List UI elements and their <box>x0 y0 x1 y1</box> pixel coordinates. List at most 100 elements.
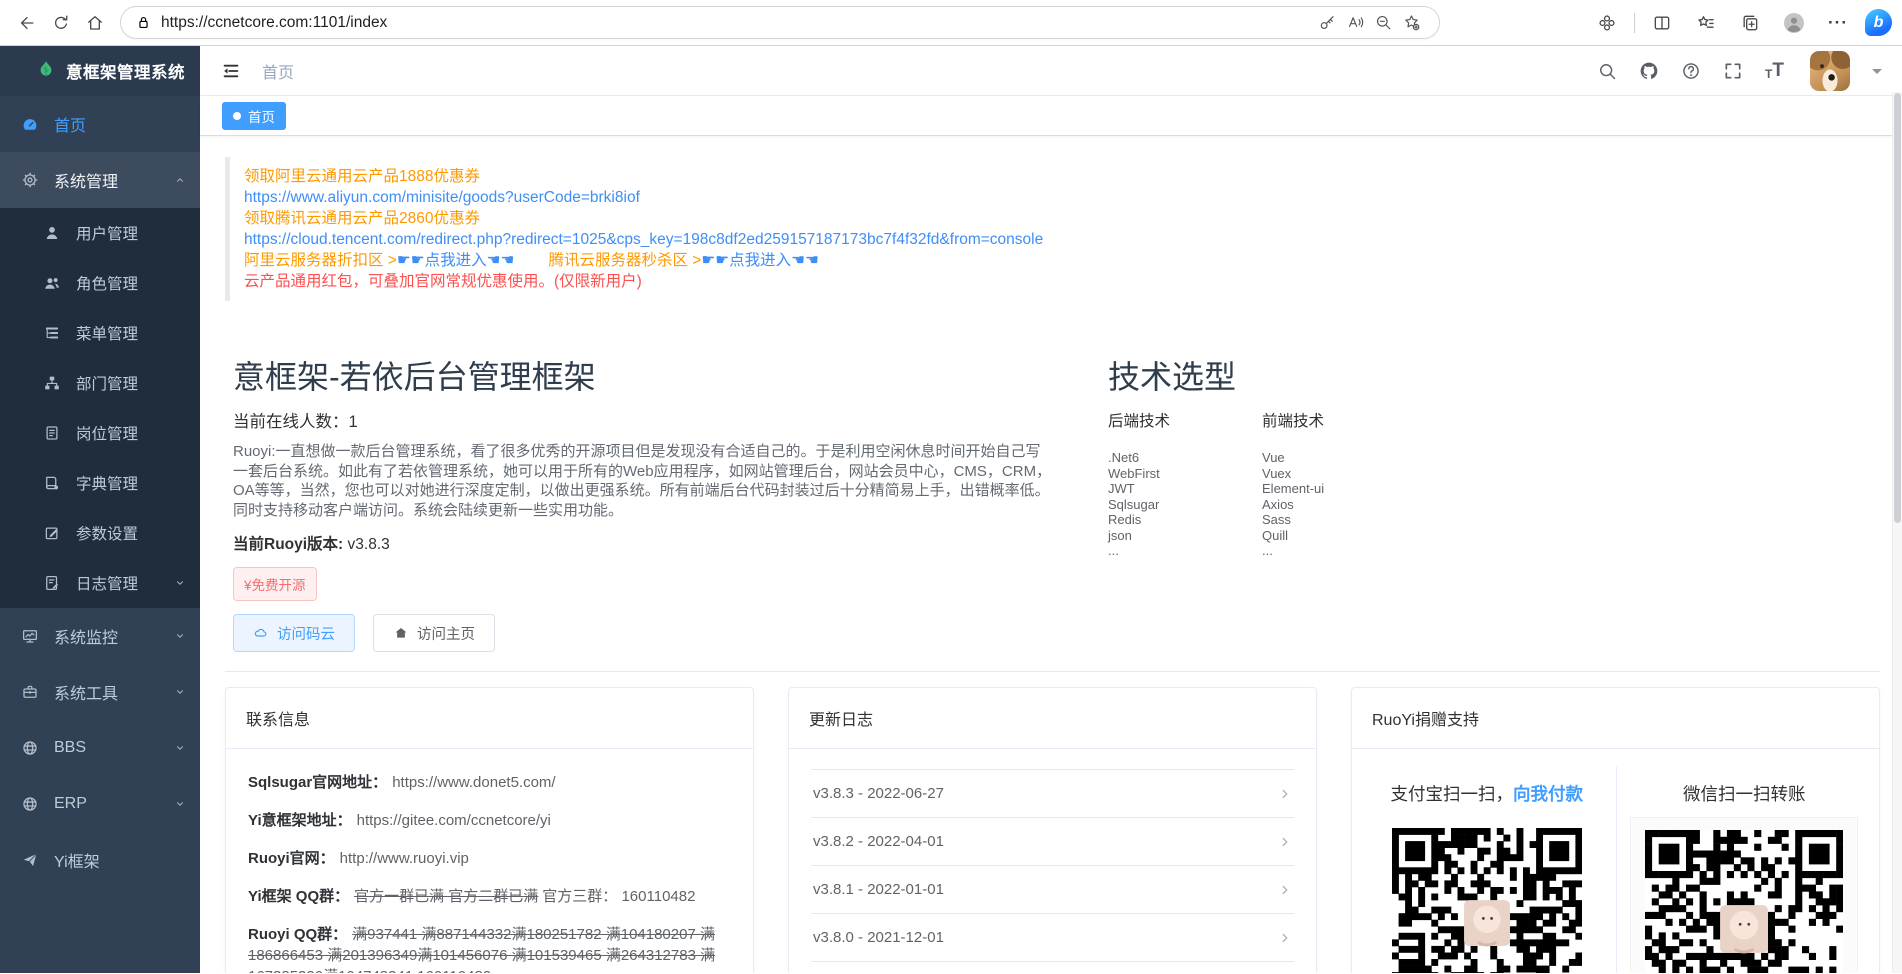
changelog-item[interactable]: v3.7.0 - 2021-09-13 <box>811 962 1294 973</box>
browser-back-button[interactable] <box>10 6 44 40</box>
chevron-right-icon <box>1278 787 1292 801</box>
url-text[interactable]: https://ccnetcore.com:1101/index <box>161 14 1313 32</box>
breadcrumb[interactable]: 首页 <box>262 59 294 83</box>
log-icon <box>43 574 61 592</box>
sidebar-item-menus[interactable]: 菜单管理 <box>0 308 200 358</box>
font-size-icon[interactable]: TT <box>1765 61 1784 80</box>
split-screen-icon[interactable] <box>1645 6 1679 40</box>
sidebar-item-dicts[interactable]: 字典管理 <box>0 458 200 508</box>
frontend-tech-title: 前端技术 <box>1262 409 1324 431</box>
notice-tencent-coupon: 领取腾讯云通用云产品2860优惠券 <box>244 208 1880 229</box>
aliyun-deal-link[interactable]: ☛☛点我进入☚☚ <box>397 252 515 269</box>
donate-card-title: RuoYi捐赠支持 <box>1352 688 1879 749</box>
sidebar: 意框架管理系统 首页 系统管理 用户管理 <box>0 46 200 973</box>
monitor-icon <box>21 627 39 645</box>
help-icon[interactable] <box>1681 61 1701 81</box>
sidebar-item-yi-framework[interactable]: Yi框架 <box>0 832 200 888</box>
password-key-icon[interactable] <box>1313 9 1341 37</box>
sidebar-item-label: 首页 <box>54 112 86 136</box>
sidebar-item-erp[interactable]: ERP <box>0 776 200 832</box>
aliyun-link[interactable]: https://www.aliyun.com/minisite/goods?us… <box>244 187 1880 208</box>
sidebar-item-params[interactable]: 参数设置 <box>0 508 200 558</box>
chevron-down-icon <box>174 630 186 642</box>
dictionary-icon <box>43 474 61 492</box>
browser-menu-icon[interactable]: ··· <box>1821 6 1855 40</box>
changelog-item[interactable]: v3.8.1 - 2022-01-01 <box>811 866 1294 914</box>
sidebar-item-posts[interactable]: 岗位管理 <box>0 408 200 458</box>
sidebar-item-home[interactable]: 首页 <box>0 96 200 152</box>
alipay-column: 支付宝扫一扫，向我付款 <box>1358 763 1616 973</box>
notice-server-deals: 阿里云服务器折扣区 >☛☛点我进入☚☚腾讯云服务器秒杀区 >☛☛点我进入☚☚ <box>244 250 1880 271</box>
chevron-down-icon <box>174 577 186 589</box>
version-line: 当前Ruoyi版本: v3.8.3 <box>233 532 1053 554</box>
alipay-scan-label: 支付宝扫一扫， <box>1391 784 1514 804</box>
dashboard-icon <box>21 115 39 133</box>
sidebar-menu: 首页 系统管理 用户管理 角色管理 <box>0 96 200 973</box>
online-count: 当前在线人数：1 <box>233 408 1053 432</box>
extensions-icon[interactable] <box>1590 6 1624 40</box>
sidebar-item-label: 参数设置 <box>76 522 138 544</box>
page-content: 领取阿里云通用云产品1888优惠券 https://www.aliyun.com… <box>200 136 1902 973</box>
browser-profile-icon[interactable] <box>1777 6 1811 40</box>
contact-row: Yi框架 QQ群：官方一群已满 官方二群已满官方三群： 160110482 <box>248 886 731 907</box>
sidebar-item-departments[interactable]: 部门管理 <box>0 358 200 408</box>
wechat-qr-code <box>1631 818 1857 973</box>
tencent-deal-link[interactable]: ☛☛点我进入☚☚ <box>701 252 819 269</box>
scrollbar[interactable] <box>1892 92 1902 973</box>
url-bar[interactable]: https://ccnetcore.com:1101/index <box>120 6 1440 39</box>
sidebar-item-tools[interactable]: 系统工具 <box>0 664 200 720</box>
github-icon[interactable] <box>1639 61 1659 81</box>
chevron-right-icon <box>1278 931 1292 945</box>
sidebar-item-roles[interactable]: 角色管理 <box>0 258 200 308</box>
scrollbar-thumb[interactable] <box>1894 93 1901 523</box>
copilot-bing-icon[interactable]: b <box>1865 9 1892 36</box>
home-icon <box>393 625 409 641</box>
post-icon <box>43 424 61 442</box>
read-aloud-icon[interactable] <box>1341 9 1369 37</box>
caret-down-icon[interactable] <box>1872 69 1882 79</box>
contact-row: Yi意框架地址：https://gitee.com/ccnetcore/yi <box>248 810 731 831</box>
wechat-scan-label: 微信扫一扫转账 <box>1683 784 1806 804</box>
search-icon[interactable] <box>1597 61 1617 81</box>
changelog-item[interactable]: v3.8.3 - 2022-06-27 <box>811 770 1294 818</box>
add-favorite-icon[interactable] <box>1397 9 1425 37</box>
sidebar-item-logs[interactable]: 日志管理 <box>0 558 200 608</box>
changelog-list: v3.8.3 - 2022-06-27 v3.8.2 - 2022-04-01 … <box>811 769 1294 973</box>
browser-refresh-button[interactable] <box>44 6 78 40</box>
collections-icon[interactable] <box>1733 6 1767 40</box>
sidebar-item-users[interactable]: 用户管理 <box>0 208 200 258</box>
fullscreen-icon[interactable] <box>1723 61 1743 81</box>
alipay-pay-link[interactable]: 向我付款 <box>1513 784 1583 804</box>
chevron-down-icon <box>174 742 186 754</box>
sidebar-item-system[interactable]: 系统管理 <box>0 152 200 208</box>
tech-section: 技术选型 后端技术 .Net6 WebFirst JWT Sqlsugar Re… <box>1108 357 1324 652</box>
tree-table-icon <box>43 324 61 342</box>
visit-gitee-button[interactable]: 访问码云 <box>233 614 355 652</box>
contact-row: Ruoyi QQ群：满937441 满887144332满180251782 满… <box>248 924 731 973</box>
changelog-item[interactable]: v3.8.2 - 2022-04-01 <box>811 818 1294 866</box>
changelog-card-title: 更新日志 <box>789 688 1316 749</box>
section-divider <box>225 671 1880 672</box>
visit-homepage-button[interactable]: 访问主页 <box>373 614 495 652</box>
aliyun-deal-label: 阿里云服务器折扣区 > <box>244 252 397 269</box>
cloud-icon <box>253 625 269 641</box>
favorites-icon[interactable] <box>1689 6 1723 40</box>
changelog-item[interactable]: v3.8.0 - 2021-12-01 <box>811 914 1294 962</box>
sidebar-item-label: 系统监控 <box>54 624 118 648</box>
user-avatar[interactable] <box>1810 51 1850 91</box>
page-title: 意框架-若依后台管理框架 <box>233 357 1053 397</box>
alipay-qr-code <box>1392 828 1582 973</box>
sidebar-item-monitor[interactable]: 系统监控 <box>0 608 200 664</box>
browser-home-button[interactable] <box>78 6 112 40</box>
sidebar-item-label: 用户管理 <box>76 222 138 244</box>
tencent-link[interactable]: https://cloud.tencent.com/redirect.php?r… <box>244 229 1880 250</box>
sidebar-item-bbs[interactable]: BBS <box>0 720 200 776</box>
browser-chrome: https://ccnetcore.com:1101/index ··· b <box>0 0 1902 46</box>
chevron-right-icon <box>1278 883 1292 897</box>
tag-home[interactable]: 首页 <box>222 102 286 130</box>
zoom-out-icon[interactable] <box>1369 9 1397 37</box>
chevron-right-icon <box>1278 835 1292 849</box>
backend-tech: 后端技术 .Net6 WebFirst JWT Sqlsugar Redis j… <box>1108 397 1170 559</box>
sidebar-item-label: 菜单管理 <box>76 322 138 344</box>
sidebar-fold-icon[interactable] <box>220 60 242 82</box>
